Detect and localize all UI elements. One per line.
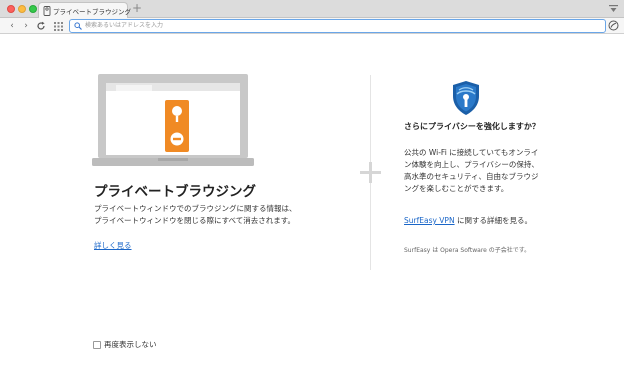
page-title: プライベートブラウジング xyxy=(94,184,256,200)
vpn-info-line: SurfEasy VPN に関する詳細を見る。 xyxy=(404,215,544,227)
tab-private-browsing[interactable]: プライベートブラウジング xyxy=(38,2,131,18)
speed-dial-grid-icon xyxy=(53,21,63,31)
back-button[interactable]: ‹ xyxy=(6,20,18,32)
title-bar: プライベートブラウジング + xyxy=(0,0,624,18)
door-hanger-icon xyxy=(43,6,51,16)
plus-icon-horizontal xyxy=(360,171,381,174)
private-browsing-description: プライベートウィンドウでのブラウジングに関する情報は、プライベートウィンドウを閉… xyxy=(94,204,297,225)
dont-show-again-label: 再度表示しない xyxy=(104,340,157,349)
back-arrow-icon: ‹ xyxy=(10,21,14,31)
search-icon xyxy=(74,22,82,30)
tab-title: プライベートブラウジング xyxy=(53,8,131,16)
minimize-window-button[interactable] xyxy=(18,5,26,13)
vpn-info-suffix: に関する詳細を見る。 xyxy=(454,216,532,225)
laptop-with-door-hanger-icon xyxy=(92,74,254,166)
subsidiary-note: SurfEasy は Opera Software の子会社です。 xyxy=(404,247,531,254)
tab-menu-icon[interactable] xyxy=(609,5,618,13)
forward-button[interactable]: › xyxy=(20,20,32,32)
address-input[interactable] xyxy=(85,20,595,31)
privacy-heading: さらにプライバシーを強化しますか？ xyxy=(404,122,540,131)
dont-show-again-checkbox[interactable] xyxy=(93,340,101,349)
forward-arrow-icon: › xyxy=(24,21,28,31)
vpn-description: 公共の Wi-Fi に接続していてもオンライン体験を向上し、プライバシーの保持、… xyxy=(404,148,539,193)
browser-toolbar: ‹ › xyxy=(0,18,624,34)
extensions-icon[interactable] xyxy=(608,20,619,31)
learn-more-link[interactable]: 詳しく見る xyxy=(94,240,132,251)
new-tab-button[interactable]: + xyxy=(132,2,142,14)
dont-show-again-option[interactable]: 再度表示しない xyxy=(93,339,157,350)
reload-button[interactable] xyxy=(35,20,47,32)
reload-icon xyxy=(37,21,45,30)
close-window-button[interactable] xyxy=(7,5,15,13)
address-bar[interactable] xyxy=(69,19,606,33)
surfeasy-vpn-link[interactable]: SurfEasy VPN xyxy=(404,216,455,225)
surfeasy-shield-icon xyxy=(453,81,479,115)
speed-dial-button[interactable] xyxy=(52,20,64,32)
zoom-window-button[interactable] xyxy=(29,5,37,13)
